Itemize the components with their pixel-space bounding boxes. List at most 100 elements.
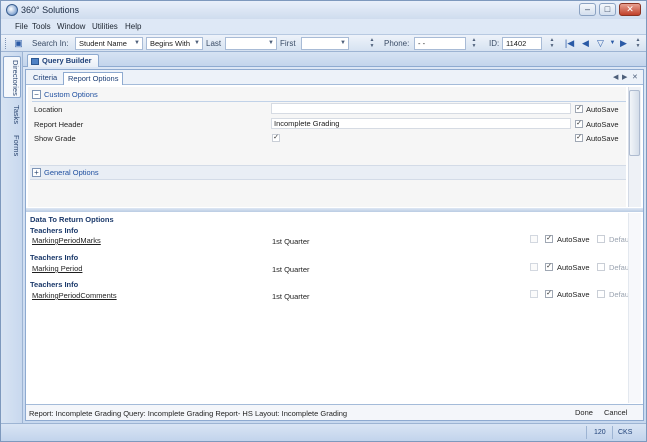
options-pane: − Custom Options Location ✓ AutoSave Rep… [28,87,626,207]
data-to-return-title: Data To Return Options [30,215,114,224]
marking-period-value: 1st Quarter [272,265,310,274]
next-record-icon[interactable]: ▶ [618,38,629,49]
minimize-button[interactable]: – [579,3,596,16]
query-status-text: Report: Incomplete Grading Query: Incomp… [29,409,348,418]
match-select[interactable]: Begins With ▼ [146,37,203,50]
id-input[interactable]: 11402 [502,37,542,50]
search-in-value: Student Name [79,39,127,48]
match-value: Begins With [150,39,191,48]
first-record-icon[interactable]: |◀ [564,38,575,49]
marking-period-comments-link[interactable]: MarkingPeriodComments [32,291,117,300]
general-options-title: General Options [44,168,99,177]
cancel-button[interactable]: Cancel [604,408,627,417]
bottom-status-bar: 120 CKS [1,423,646,441]
menu-tools[interactable]: Tools [32,22,51,31]
done-button[interactable]: Done [575,408,593,417]
window-title: 360° Solutions [21,5,80,15]
autosave-label: AutoSave [586,134,619,143]
first-name-input[interactable]: ▼ [301,37,349,50]
chevron-down-icon: ▼ [194,40,200,46]
general-options-header[interactable]: + General Options [32,168,624,179]
field-option-box[interactable] [530,290,538,298]
last-name-input[interactable]: ▼ [225,37,277,50]
marking-period-marks-link[interactable]: MarkingPeriodMarks [32,236,101,245]
pane-splitter[interactable] [26,208,643,212]
tab-report-options[interactable]: Report Options [63,72,124,85]
location-field[interactable] [271,103,571,114]
search-grid-icon[interactable]: ▣ [13,38,24,49]
maximize-button[interactable]: □ [599,3,616,16]
field-option-box[interactable] [530,235,538,243]
id-value: 11402 [506,39,527,48]
toolbar-overflow-icon[interactable]: ▲ ▼ [635,37,641,50]
first-label: First [280,39,296,48]
show-grade-autosave-checkbox[interactable]: ✓ [575,134,583,142]
autosave-label: AutoSave [557,290,590,299]
search-toolbar: ▣ Search In: Student Name ▼ Begins With ▼ … [1,34,646,52]
last-label: Last [206,39,222,48]
phone-input[interactable]: - - [414,37,466,50]
menu-window[interactable]: Window [57,22,85,31]
chevron-down-icon: ▼ [340,40,346,46]
tab-query-builder[interactable]: Query Builder [27,54,99,67]
close-button[interactable]: ✕ [619,3,641,16]
autosave-label: AutoSave [586,120,619,129]
period-default-checkbox[interactable] [597,263,605,271]
marks-default-checkbox[interactable] [597,235,605,243]
location-label: Location [34,105,63,114]
report-header-field[interactable]: Incomplete Grading [271,118,571,129]
app-logo-icon [6,4,18,16]
document-tab-strip: Query Builder [23,52,646,67]
menu-utilities[interactable]: Utilities [92,22,118,31]
tab-criteria[interactable]: Criteria [29,72,61,85]
spinner-icon[interactable]: ▲ ▼ [549,37,555,50]
scroll-tabs-right-icon[interactable]: ▶ [622,73,627,81]
location-autosave-checkbox[interactable]: ✓ [575,105,583,113]
close-tab-icon[interactable]: ✕ [632,73,638,81]
status-code: CKS [618,429,633,436]
divider [32,101,626,102]
autosave-label: AutoSave [557,263,590,272]
report-header-label: Report Header [34,120,84,129]
toolbar-grip[interactable] [5,38,8,49]
tab-query-builder-label: Query Builder [42,56,92,65]
tab-forms[interactable]: Forms [3,132,21,158]
menu-help[interactable]: Help [125,22,141,31]
comments-default-checkbox[interactable] [597,290,605,298]
show-grade-label: Show Grade [34,134,76,143]
data-scrollbar[interactable] [628,213,641,403]
teachers-info-heading: Teachers Info [30,226,79,235]
search-in-label: Search In: [32,39,69,48]
scroll-tabs-left-icon[interactable]: ◀ [613,73,618,81]
report-header-autosave-checkbox[interactable]: ✓ [575,120,583,128]
options-scrollbar-thumb[interactable] [629,90,640,156]
period-autosave-checkbox[interactable]: ✓ [545,263,553,271]
expand-icon[interactable]: + [32,168,41,177]
filter-dropdown-icon[interactable]: ▼ [607,38,618,49]
comments-autosave-checkbox[interactable]: ✓ [545,290,553,298]
menu-file[interactable]: File [15,22,28,31]
marking-period-comments-value: 1st Quarter [272,292,310,301]
phone-value: - - [418,39,426,48]
show-grade-checkbox[interactable]: ✓ [272,134,280,142]
custom-options-header[interactable]: − Custom Options [32,90,624,101]
tab-tasks[interactable]: Tasks [3,102,21,128]
search-in-select[interactable]: Student Name ▼ [75,37,143,50]
spinner-icon[interactable]: ▲ ▼ [471,37,477,50]
left-sidebar: Directories Tasks Forms [1,52,23,440]
marking-period-link[interactable]: Marking Period [32,264,82,273]
chevron-down-icon: ▼ [268,40,274,46]
collapse-icon[interactable]: − [32,90,41,99]
previous-record-icon[interactable]: ◀ [580,38,591,49]
marks-autosave-checkbox[interactable]: ✓ [545,235,553,243]
query-builder-icon [31,58,39,65]
title-bar: 360° Solutions – □ ✕ [1,1,646,19]
tab-directories[interactable]: Directories [3,56,21,98]
spinner-icon[interactable]: ▲ ▼ [369,37,375,50]
filter-icon[interactable]: ▽ [595,38,606,49]
marking-period-marks-value: 1st Quarter [272,237,310,246]
teachers-info-heading: Teachers Info [30,280,79,289]
custom-options-title: Custom Options [44,90,98,99]
divider [612,426,613,439]
field-option-box[interactable] [530,263,538,271]
